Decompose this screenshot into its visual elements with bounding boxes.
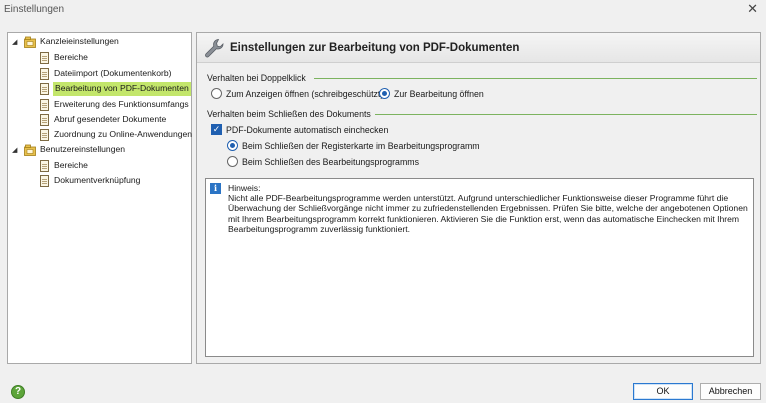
radio-close-tab[interactable] bbox=[227, 140, 238, 151]
page-icon bbox=[40, 68, 49, 80]
help-icon[interactable]: ? bbox=[11, 385, 25, 399]
tree-item-label: Erweiterung des Funktionsumfangs bbox=[54, 99, 189, 109]
tree-item-label: Dokumentverknüpfung bbox=[54, 175, 141, 185]
ok-button[interactable]: OK bbox=[633, 383, 693, 400]
panel-title: Einstellungen zur Bearbeitung von PDF-Do… bbox=[230, 42, 520, 54]
tree-item-dokumentverknuepfung[interactable]: Dokumentverknüpfung bbox=[34, 174, 184, 188]
folder-icon bbox=[24, 36, 36, 48]
tree-item-erweiterung[interactable]: Erweiterung des Funktionsumfangs bbox=[34, 98, 189, 112]
radio-open-readonly-label[interactable]: Zum Anzeigen öffnen (schreibgeschützt) bbox=[226, 89, 383, 99]
tree-item-label: Abruf gesendeter Dokumente bbox=[54, 114, 167, 124]
radio-open-readonly[interactable] bbox=[211, 88, 222, 99]
collapse-arrow-icon[interactable]: ◢ bbox=[12, 38, 17, 46]
group-divider bbox=[314, 78, 757, 79]
tree-item-label: Bereiche bbox=[54, 52, 88, 62]
tree-item-pdf-bearbeitung[interactable]: Bearbeitung von PDF-Dokumenten bbox=[34, 82, 191, 96]
tree-item-label: Dateiimport (Dokumentenkorb) bbox=[54, 68, 172, 78]
tree-item-bereiche-benutzer[interactable]: Bereiche bbox=[34, 159, 184, 173]
window-title: Einstellungen bbox=[4, 4, 65, 15]
tree-group-benutzer[interactable]: ◢ Benutzereinstellungen bbox=[10, 143, 190, 157]
page-icon bbox=[40, 175, 49, 187]
collapse-arrow-icon[interactable]: ◢ bbox=[12, 146, 17, 154]
tree-item-label: Bereiche bbox=[54, 160, 88, 170]
info-icon: i bbox=[210, 183, 221, 194]
tree-group-label: Kanzleieinstellungen bbox=[40, 36, 119, 46]
tree-item-bereiche[interactable]: Bereiche bbox=[34, 51, 184, 65]
radio-open-edit-label[interactable]: Zur Bearbeitung öffnen bbox=[394, 89, 484, 99]
settings-panel: Einstellungen zur Bearbeitung von PDF-Do… bbox=[196, 32, 761, 364]
radio-close-program-label[interactable]: Beim Schließen des Bearbeitungsprogramms bbox=[242, 157, 419, 167]
auto-checkin-checkbox[interactable]: ✓ bbox=[211, 124, 222, 135]
page-icon bbox=[40, 114, 49, 126]
panel-header: Einstellungen zur Bearbeitung von PDF-Do… bbox=[197, 33, 760, 63]
tree-group-label: Benutzereinstellungen bbox=[40, 144, 126, 154]
page-icon bbox=[40, 52, 49, 64]
tree-item-label-selected: Bearbeitung von PDF-Dokumenten bbox=[53, 82, 191, 96]
doubleclick-group-label: Verhalten bei Doppelklick bbox=[207, 73, 306, 83]
wrench-icon bbox=[205, 39, 224, 58]
tree-group-kanzlei[interactable]: ◢ Kanzleieinstellungen bbox=[10, 35, 190, 49]
page-icon bbox=[40, 83, 49, 95]
settings-tree: ◢ Kanzleieinstellungen Bereiche Dateiimp… bbox=[7, 32, 192, 364]
close-icon[interactable]: ✕ bbox=[747, 2, 758, 15]
page-icon bbox=[40, 99, 49, 111]
auto-checkin-label[interactable]: PDF-Dokumente automatisch einchecken bbox=[226, 125, 388, 135]
hint-title: Hinweis: bbox=[228, 183, 261, 193]
radio-open-edit[interactable] bbox=[379, 88, 390, 99]
page-icon bbox=[40, 160, 49, 172]
cancel-button[interactable]: Abbrechen bbox=[700, 383, 761, 400]
radio-close-program[interactable] bbox=[227, 156, 238, 167]
tree-item-label: Zuordnung zu Online-Anwendungen bbox=[54, 129, 193, 139]
tree-item-abruf[interactable]: Abruf gesendeter Dokumente bbox=[34, 113, 184, 127]
hint-box: i Hinweis: Nicht alle PDF-Bearbeitungspr… bbox=[205, 178, 754, 357]
title-bar: Einstellungen ✕ bbox=[0, 0, 766, 20]
folder-icon bbox=[24, 144, 36, 156]
hint-text: Nicht alle PDF-Bearbeitungsprogramme wer… bbox=[228, 193, 748, 235]
group-divider bbox=[375, 114, 757, 115]
radio-close-tab-label[interactable]: Beim Schließen der Registerkarte im Bear… bbox=[242, 141, 480, 151]
close-group-label: Verhalten beim Schließen des Dokuments bbox=[207, 109, 371, 119]
page-icon bbox=[40, 129, 49, 141]
tree-item-dateiimport[interactable]: Dateiimport (Dokumentenkorb) bbox=[34, 67, 184, 81]
tree-item-zuordnung[interactable]: Zuordnung zu Online-Anwendungen bbox=[34, 128, 193, 142]
